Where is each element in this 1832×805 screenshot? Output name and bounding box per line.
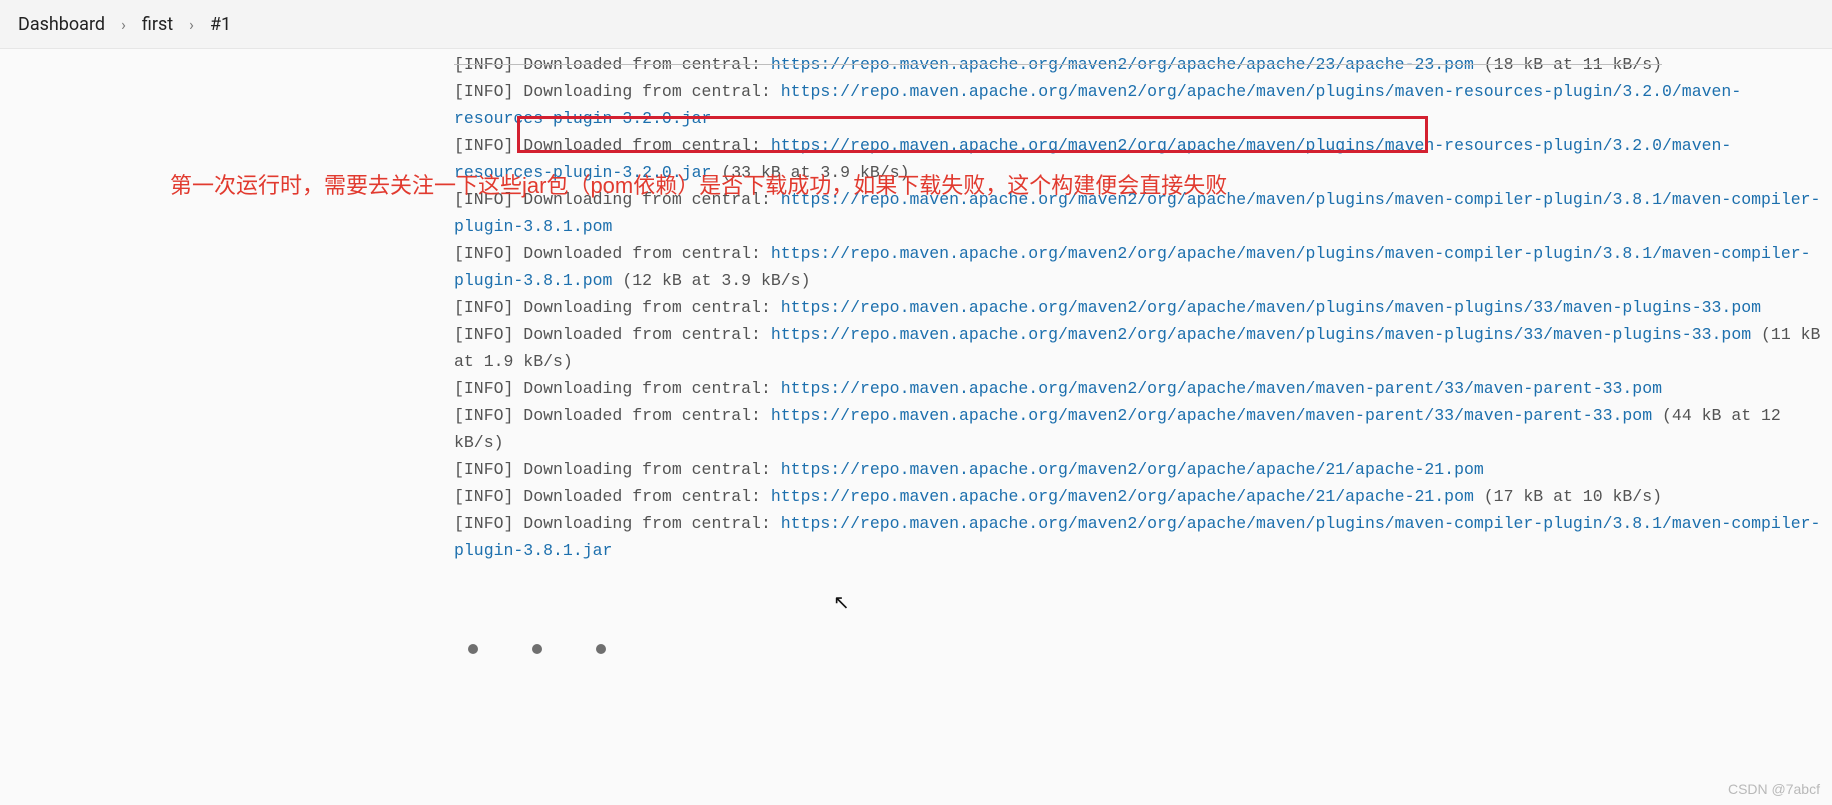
loading-dots — [468, 644, 606, 654]
log-suffix: (18 kB at 11 kB/s) — [1474, 55, 1662, 74]
breadcrumb-first[interactable]: first — [142, 14, 173, 35]
log-prefix: [INFO] Downloaded from central: — [454, 406, 771, 425]
console-line: [INFO] Downloaded from central: https://… — [454, 402, 1822, 456]
console-line: [INFO] Downloaded from central: https://… — [454, 51, 1822, 78]
log-prefix: [INFO] Downloaded from central: — [454, 136, 771, 155]
chevron-right-icon: › — [121, 15, 126, 34]
log-prefix: [INFO] Downloading from central: — [454, 298, 781, 317]
watermark: CSDN @7abcf — [1728, 781, 1820, 797]
log-prefix: [INFO] Downloaded from central: — [454, 244, 771, 263]
console-line: [INFO] Downloading from central: https:/… — [454, 510, 1822, 564]
log-url[interactable]: https://repo.maven.apache.org/maven2/org… — [771, 487, 1474, 506]
dot-icon — [532, 644, 542, 654]
log-prefix: [INFO] Downloading from central: — [454, 460, 781, 479]
log-suffix: (17 kB at 10 kB/s) — [1474, 487, 1662, 506]
dot-icon — [596, 644, 606, 654]
cursor-icon: ↖ — [833, 590, 850, 614]
console-line: [INFO] Downloaded from central: https://… — [454, 321, 1822, 375]
log-url[interactable]: https://repo.maven.apache.org/maven2/org… — [781, 379, 1662, 398]
log-prefix: [INFO] Downloading from central: — [454, 514, 781, 533]
console-line: [INFO] Downloaded from central: https://… — [454, 240, 1822, 294]
console-line: [INFO] Downloading from central: https:/… — [454, 294, 1822, 321]
log-url[interactable]: https://repo.maven.apache.org/maven2/org… — [771, 406, 1652, 425]
log-prefix: [INFO] Downloaded from central: — [454, 55, 771, 74]
console-line: [INFO] Downloading from central: https:/… — [454, 456, 1822, 483]
breadcrumb: Dashboard › first › #1 — [0, 0, 1832, 49]
log-url[interactable]: https://repo.maven.apache.org/maven2/org… — [771, 325, 1751, 344]
chevron-right-icon: › — [189, 15, 194, 34]
log-prefix: [INFO] Downloaded from central: — [454, 487, 771, 506]
log-url[interactable]: https://repo.maven.apache.org/maven2/org… — [781, 298, 1761, 317]
breadcrumb-build-number[interactable]: #1 — [210, 14, 231, 35]
log-prefix: [INFO] Downloaded from central: — [454, 325, 771, 344]
log-prefix: [INFO] Downloading from central: — [454, 82, 781, 101]
annotation-text: 第一次运行时，需要去关注一下这些jar包（pom依赖）是否下载成功，如果下载失败… — [170, 168, 1227, 200]
dot-icon — [468, 644, 478, 654]
log-suffix: (12 kB at 3.9 kB/s) — [612, 271, 810, 290]
breadcrumb-dashboard[interactable]: Dashboard — [18, 14, 105, 35]
console-line: [INFO] Downloading from central: https:/… — [454, 78, 1822, 132]
console-output[interactable]: [INFO] Downloaded from central: https://… — [454, 48, 1832, 585]
log-url[interactable]: https://repo.maven.apache.org/maven2/org… — [771, 55, 1474, 74]
log-url[interactable]: https://repo.maven.apache.org/maven2/org… — [781, 460, 1484, 479]
console-line: [INFO] Downloaded from central: https://… — [454, 483, 1822, 510]
console-line: [INFO] Downloading from central: https:/… — [454, 375, 1822, 402]
log-prefix: [INFO] Downloading from central: — [454, 379, 781, 398]
